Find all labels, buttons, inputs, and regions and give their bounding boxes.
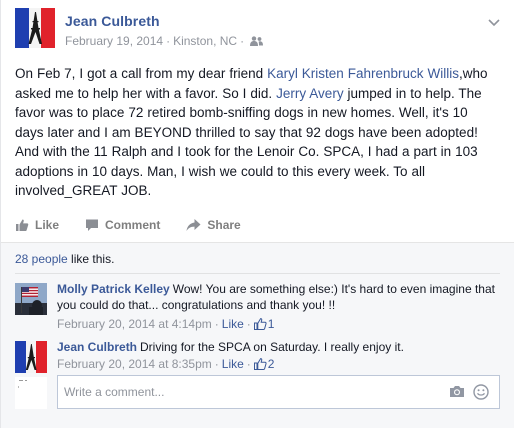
post-author-name[interactable]: Jean Culbreth [65,13,160,29]
comment-input[interactable] [64,376,439,408]
like-label: Like [35,218,60,232]
comment-label: Comment [105,218,161,232]
post-header: Jean Culbreth February 19, 2014 · Kinston,… [15,8,504,56]
comment-like-link[interactable]: Like [222,357,244,371]
comment-like-count[interactable]: 2 [268,357,275,371]
share-label: Share [207,218,241,232]
post-meta: February 19, 2014 · Kinston, NC · [65,34,264,49]
likers-link[interactable]: 28 people [15,252,68,266]
comment-like-link[interactable]: Like [222,317,244,331]
thumbs-up-icon [16,219,29,231]
comment-meta: February 20, 2014 at 4:14pm · Like · 1 [57,317,274,333]
like-button[interactable]: Like [15,218,59,232]
chevron-down-icon[interactable] [484,12,504,32]
comment-author[interactable]: Jean Culbreth [57,340,137,354]
post-text-part: jumped in to help. The favor was to plac… [15,85,482,199]
meta-dot: · [246,317,251,331]
divider [15,273,500,274]
camera-icon[interactable] [449,385,465,403]
thumbs-up-icon [253,318,267,333]
comment-button[interactable]: Comment [85,218,160,232]
comment-box [57,375,500,409]
post-date[interactable]: February 19, 2014 [65,34,163,48]
post-text-part: On Feb 7, I got a call from my dear frie… [15,66,268,81]
comment-like-count[interactable]: 1 [268,317,275,331]
feedback-section: 28 people like this. Molly Patrick Kelle… [1,243,514,428]
comment-item: Molly Patrick Kelley Wow! You are somethi… [15,281,500,331]
mention-link[interactable]: Karyl Kristen Fahrenbruck Willis [267,66,459,81]
thumbs-up-icon [253,358,267,373]
comment-author[interactable]: Molly Patrick Kelley [57,282,170,296]
comment-timestamp[interactable]: February 20, 2014 at 4:14pm [57,317,212,331]
share-icon [186,219,201,231]
comment-meta: February 20, 2014 at 8:35pm · Like · 2 [57,357,274,373]
meta-dot: · [214,357,219,371]
meta-dot: · [240,34,245,48]
post-actions: Like Comment Share [15,214,500,236]
post-card: Jean Culbreth February 19, 2014 · Kinston,… [0,0,514,428]
comment-icon [86,219,99,231]
author-avatar[interactable] [15,8,55,48]
meta-dot: · [246,357,251,371]
likes-summary: 28 people like this. [15,252,114,266]
post-body: On Feb 7, I got a call from my dear frie… [15,64,499,201]
share-button[interactable]: Share [186,218,241,232]
commenter-avatar[interactable] [15,341,47,373]
comment-body: Molly Patrick Kelley Wow! You are somethi… [57,281,500,313]
comment-composer [15,375,500,409]
smiley-icon[interactable] [473,384,489,405]
comment-timestamp[interactable]: February 20, 2014 at 8:35pm [57,357,212,371]
current-user-avatar [15,377,47,409]
meta-dot: · [214,317,219,331]
comment-body: Jean Culbreth Driving for the SPCA on Sat… [57,339,500,355]
commenter-avatar[interactable] [15,283,47,315]
meta-dot: · [166,34,171,48]
mention-link[interactable]: Jerry Avery [276,86,343,101]
post-location[interactable]: Kinston, NC [173,34,237,48]
friends-icon[interactable] [250,35,264,49]
comment-text: Driving for the SPCA on Saturday. I real… [140,340,404,354]
likes-suffix: like this. [67,252,115,266]
